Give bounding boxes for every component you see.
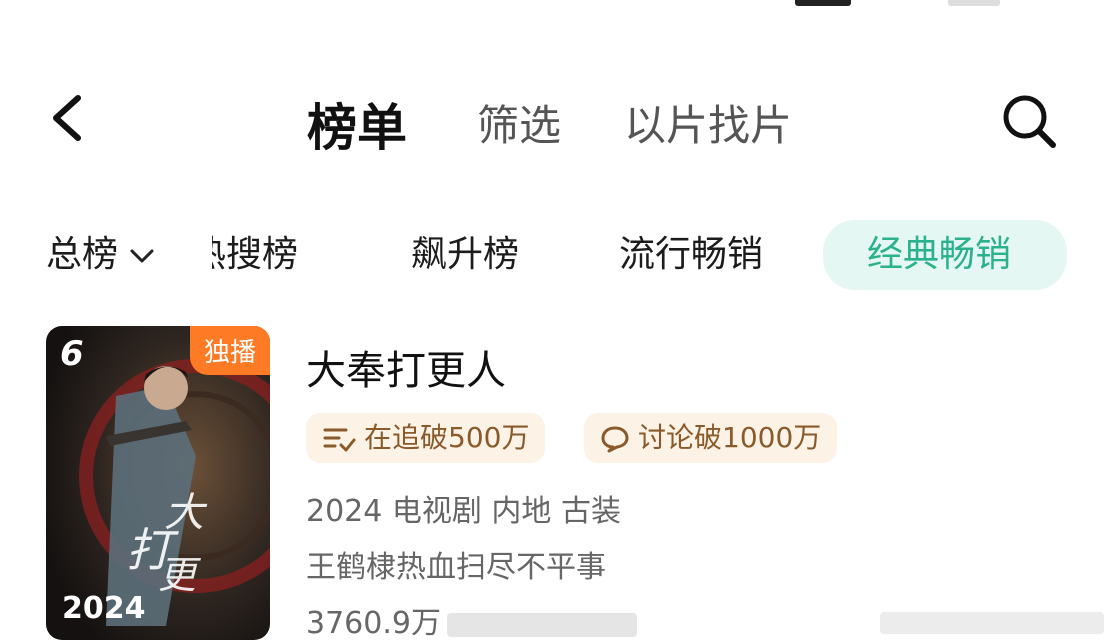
blurred-region <box>880 612 1104 634</box>
chip-hot-search-label: 热搜榜 <box>212 234 299 275</box>
rank-number: 6 <box>60 334 84 374</box>
list-check-icon <box>323 428 356 452</box>
view-count: 3760.9万 <box>306 598 637 642</box>
comment-icon <box>601 426 629 453</box>
status-bar-signal <box>795 0 851 6</box>
chip-hot-search[interactable]: 热搜榜 <box>212 226 320 284</box>
view-count-value: 3760.9万 <box>306 606 441 641</box>
chip-classic-bestseller[interactable]: 经典畅销 <box>823 220 1067 290</box>
exclusive-badge: 独播 <box>189 326 270 375</box>
blurred-text <box>446 612 637 637</box>
show-description: 王鹤棣热血扫尽不平事 <box>306 550 606 585</box>
poster-year: 2024 <box>62 591 146 626</box>
tab-find-by-film[interactable]: 以片找片 <box>624 92 792 153</box>
chip-rising[interactable]: 飙升榜 <box>411 226 519 284</box>
discussion-tag: 讨论破1000万 <box>584 413 838 463</box>
chevron-down-icon <box>130 249 154 263</box>
following-tag-label: 在追破500万 <box>364 421 530 454</box>
svg-text:更: 更 <box>158 553 202 597</box>
tab-filter[interactable]: 筛选 <box>477 92 561 153</box>
page-title: 榜单 <box>307 99 407 157</box>
svg-text:大: 大 <box>164 490 208 536</box>
status-bar-battery <box>948 0 1000 6</box>
show-meta: 2024 电视剧 内地 古装 <box>306 494 621 529</box>
chip-popular-bestseller[interactable]: 流行畅销 <box>619 226 763 284</box>
search-icon[interactable] <box>999 92 1059 150</box>
total-ranking-label: 总榜 <box>46 234 119 275</box>
back-arrow-icon[interactable] <box>46 92 90 144</box>
total-ranking-dropdown[interactable]: 总榜 <box>46 226 156 284</box>
following-tag: 在追破500万 <box>306 413 546 463</box>
show-poster[interactable]: 打 大 更 6 独播 2024 <box>46 326 270 640</box>
show-title[interactable]: 大奉打更人 <box>306 338 506 396</box>
discussion-tag-label: 讨论破1000万 <box>638 421 822 454</box>
